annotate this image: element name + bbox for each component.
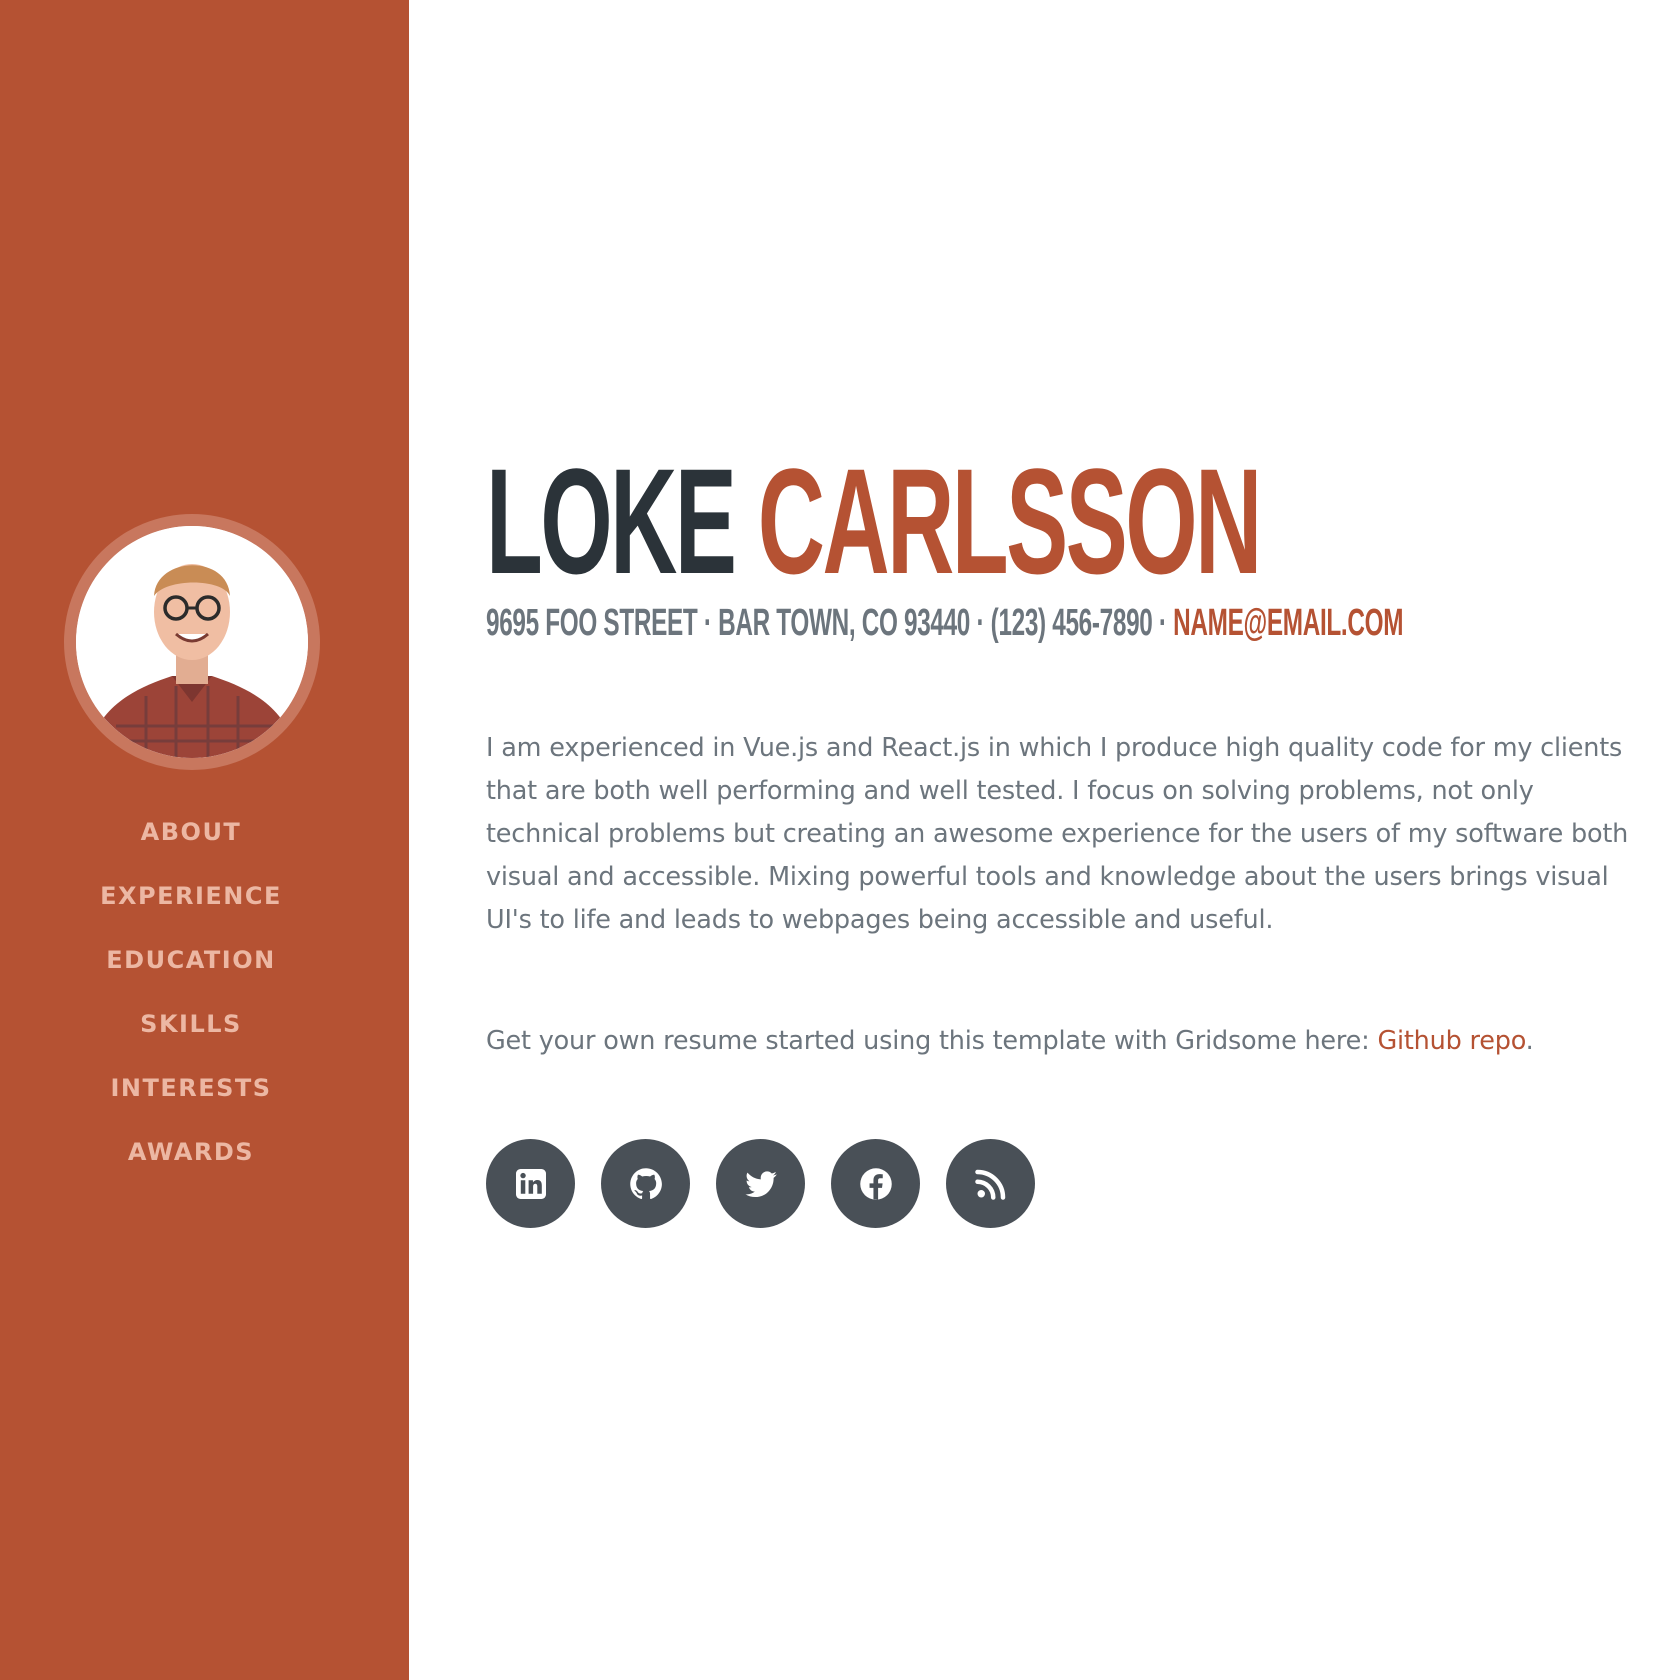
twitter-icon (744, 1170, 777, 1197)
contact-address: 9695 FOO STREET · BAR TOWN, CO 93440 · (… (486, 602, 1174, 644)
cta-suffix: . (1525, 1026, 1534, 1056)
github-repo-link[interactable]: Github repo (1377, 1026, 1525, 1056)
first-name: LOKE (486, 437, 737, 605)
github-button[interactable] (601, 1139, 690, 1228)
cta-label: Get your own resume started using this t… (486, 1026, 1378, 1056)
twitter-button[interactable] (716, 1139, 805, 1228)
github-icon (629, 1167, 662, 1199)
nav-link-education[interactable]: EDUCATION (106, 946, 275, 974)
page-title: LOKE CARLSSON (486, 446, 1262, 596)
avatar-ring (64, 514, 320, 770)
cta-text: Get your own resume started using this t… (486, 1020, 1646, 1063)
rss-icon (974, 1169, 1005, 1200)
sidebar-nav: ABOUT EXPERIENCE EDUCATION SKILLS INTERE… (0, 800, 382, 1184)
nav-item-awards: AWARDS (0, 1120, 382, 1184)
profile-photo (76, 526, 308, 758)
nav-link-skills[interactable]: SKILLS (140, 1010, 242, 1038)
nav-item-skills: SKILLS (0, 992, 382, 1056)
linkedin-icon (515, 1168, 546, 1199)
facebook-button[interactable] (831, 1139, 920, 1228)
linkedin-button[interactable] (486, 1139, 575, 1228)
facebook-icon (859, 1167, 892, 1200)
nav-link-experience[interactable]: EXPERIENCE (100, 882, 282, 910)
nav-item-interests: INTERESTS (0, 1056, 382, 1120)
email-link[interactable]: NAME@EMAIL.COM (1173, 602, 1403, 644)
nav-link-about[interactable]: ABOUT (141, 818, 242, 846)
nav-link-interests[interactable]: INTERESTS (110, 1074, 271, 1102)
rss-button[interactable] (946, 1139, 1035, 1228)
nav-item-about: ABOUT (0, 800, 382, 864)
social-icons (486, 1139, 1035, 1228)
avatar (76, 526, 308, 758)
last-name: CARLSSON (757, 437, 1262, 605)
nav-item-experience: EXPERIENCE (0, 864, 382, 928)
sidebar: ABOUT EXPERIENCE EDUCATION SKILLS INTERE… (0, 0, 409, 1680)
contact-line: 9695 FOO STREET · BAR TOWN, CO 93440 · (… (486, 601, 1403, 645)
nav-item-education: EDUCATION (0, 928, 382, 992)
nav-link-awards[interactable]: AWARDS (128, 1138, 254, 1166)
bio-text: I am experienced in Vue.js and React.js … (486, 733, 1629, 935)
